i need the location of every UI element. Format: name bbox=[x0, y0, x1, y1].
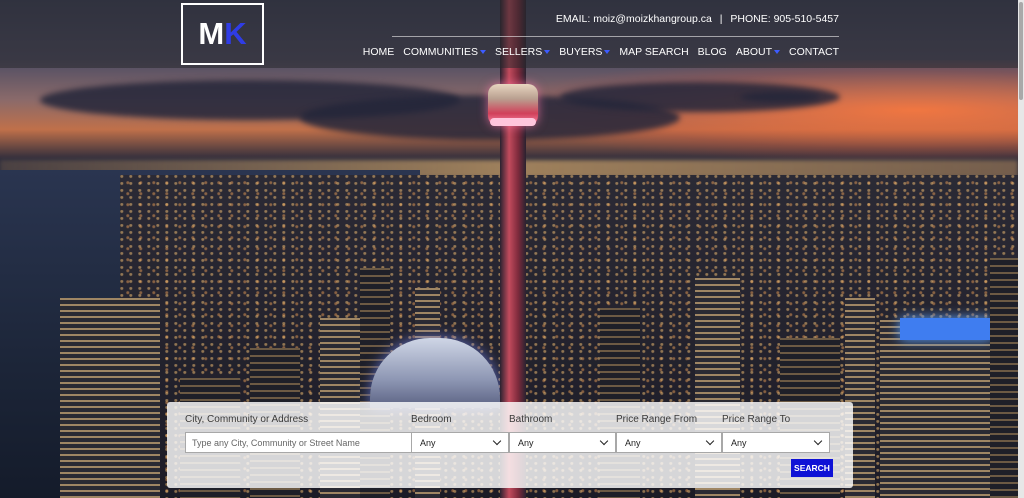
nav-map-search[interactable]: MAP SEARCH bbox=[619, 46, 688, 58]
site-header: MK EMAIL: moiz@moizkhangroup.ca | PHONE:… bbox=[0, 0, 1018, 68]
bathroom-select[interactable]: Any bbox=[509, 432, 616, 453]
phone-link[interactable]: PHONE: 905-510-5457 bbox=[730, 13, 839, 25]
nav-home[interactable]: HOME bbox=[363, 46, 395, 58]
bedroom-label: Bedroom bbox=[411, 414, 452, 425]
price-from-value: Any bbox=[625, 437, 641, 448]
chevron-down-icon bbox=[599, 436, 609, 446]
nav-communities[interactable]: COMMUNITIES bbox=[403, 46, 486, 58]
caret-down-icon bbox=[604, 50, 611, 54]
bathroom-label: Bathroom bbox=[509, 414, 553, 425]
caret-down-icon bbox=[774, 50, 781, 54]
building bbox=[60, 298, 160, 498]
logo-text: MK bbox=[198, 16, 247, 51]
property-search-panel: City, Community or Address Bedroom Any B… bbox=[167, 402, 853, 488]
bathroom-value: Any bbox=[518, 437, 534, 448]
header-divider bbox=[392, 36, 839, 37]
scrollbar-thumb[interactable] bbox=[1019, 2, 1023, 100]
nav-about[interactable]: ABOUT bbox=[736, 46, 781, 58]
price-from-label: Price Range From bbox=[616, 414, 698, 425]
chevron-down-icon bbox=[705, 436, 715, 446]
bedroom-select[interactable]: Any bbox=[411, 432, 509, 453]
price-to-value: Any bbox=[731, 437, 747, 448]
price-to-label: Price Range To bbox=[722, 414, 791, 425]
nav-blog[interactable]: BLOG bbox=[698, 46, 727, 58]
location-search-input[interactable] bbox=[185, 432, 412, 453]
caret-down-icon bbox=[544, 50, 551, 54]
cloud bbox=[740, 92, 820, 102]
building bbox=[880, 320, 992, 498]
building bbox=[990, 258, 1018, 498]
cn-tower-ring bbox=[490, 118, 536, 126]
building-light bbox=[900, 318, 992, 340]
location-label: City, Community or Address bbox=[185, 414, 309, 425]
email-link[interactable]: EMAIL: moiz@moizkhangroup.ca bbox=[556, 13, 712, 25]
nav-sellers[interactable]: SELLERS bbox=[495, 46, 551, 58]
chevron-down-icon bbox=[813, 436, 823, 446]
main-nav: HOME COMMUNITIES SELLERS BUYERS MAP SEAR… bbox=[363, 46, 839, 58]
chevron-down-icon bbox=[492, 436, 502, 446]
nav-buyers[interactable]: BUYERS bbox=[559, 46, 611, 58]
nav-contact[interactable]: CONTACT bbox=[789, 46, 839, 58]
bedroom-value: Any bbox=[420, 437, 436, 448]
contact-separator: | bbox=[719, 13, 723, 25]
price-from-select[interactable]: Any bbox=[616, 432, 722, 453]
logo[interactable]: MK bbox=[181, 3, 264, 65]
search-button[interactable]: SEARCH bbox=[791, 459, 833, 477]
caret-down-icon bbox=[479, 50, 486, 54]
contact-info: EMAIL: moiz@moizkhangroup.ca | PHONE: 90… bbox=[556, 13, 839, 25]
price-to-select[interactable]: Any bbox=[722, 432, 830, 453]
